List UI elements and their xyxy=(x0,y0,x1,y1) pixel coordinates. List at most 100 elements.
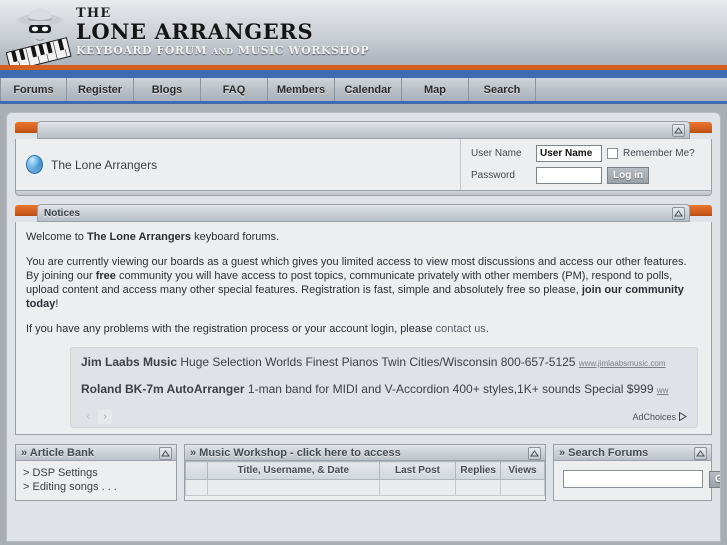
notice-p3-a: If you have any problems with the regist… xyxy=(26,323,436,335)
log-in-button[interactable]: Log in xyxy=(607,167,649,184)
login-block: The Lone Arrangers User Name Remember Me… xyxy=(15,121,712,196)
collapse-notices-button[interactable] xyxy=(672,207,685,220)
chevron-up-icon xyxy=(530,450,539,457)
page-wrapper: The Lone Arrangers User Name Remember Me… xyxy=(0,104,727,542)
nav-item-search[interactable]: Search xyxy=(469,78,536,101)
logo-tagline-and: AND xyxy=(211,46,234,56)
ad1-text: Huge Selection Worlds Finest Pianos Twin… xyxy=(177,355,579,369)
password-label: Password xyxy=(471,170,515,181)
username-input[interactable] xyxy=(536,145,602,162)
search-input[interactable] xyxy=(563,470,703,488)
nav-item-forums[interactable]: Forums xyxy=(0,78,67,101)
ad1-url[interactable]: www.jimlaabsmusic.com xyxy=(579,359,666,368)
cell-views xyxy=(500,479,545,496)
column-views[interactable]: Views xyxy=(500,461,545,480)
notice-paragraph-welcome: Welcome to The Lone Arrangers keyboard f… xyxy=(26,230,701,244)
logo-name: LONE ARRANGERS xyxy=(76,19,314,44)
site-logo[interactable]: THE LONE ARRANGERS KEYBOARD FORUM AND MU… xyxy=(4,1,369,75)
cell-icon xyxy=(185,479,208,496)
search-forums-title: » Search Forums xyxy=(559,446,649,459)
login-block-header xyxy=(37,121,690,139)
main-navigation: Forums Register Blogs FAQ Members Calend… xyxy=(0,78,727,104)
ad-next-button[interactable]: › xyxy=(98,409,112,424)
adchoices-link[interactable]: AdChoices xyxy=(632,412,687,422)
search-forums-header: » Search Forums xyxy=(553,444,712,461)
music-workshop-body: Title, Username, & Date Last Post Replie… xyxy=(184,461,546,501)
search-go-button[interactable]: Go xyxy=(709,470,720,488)
ad-line-1[interactable]: Jim Laabs Music Huge Selection Worlds Fi… xyxy=(81,355,687,369)
column-replies[interactable]: Replies xyxy=(455,461,501,480)
ad2-text: 1-man band for MIDI and V-Accordion 400+… xyxy=(244,382,657,396)
nav-item-register[interactable]: Register xyxy=(67,78,134,101)
notice-paragraph-contact: If you have any problems with the regist… xyxy=(26,322,701,336)
collapse-article-bank-button[interactable] xyxy=(159,447,172,460)
header-blue-stripe xyxy=(0,70,727,78)
login-username-row: User Name Remember Me? xyxy=(471,145,703,162)
cell-replies xyxy=(455,479,501,496)
search-forums-panel: » Search Forums Go xyxy=(553,444,720,501)
list-item[interactable]: > Editing songs . . . xyxy=(23,480,169,494)
notice-p2-e: ! xyxy=(55,298,59,310)
cell-last-post xyxy=(378,479,457,496)
chevron-up-icon xyxy=(696,450,705,457)
bottom-columns: » Article Bank > DSP Settings > Editing … xyxy=(15,444,720,501)
collapse-login-button[interactable] xyxy=(672,124,685,137)
ad2-url[interactable]: ww xyxy=(657,386,669,395)
notice-p1-pre: Welcome to xyxy=(26,231,87,243)
nav-item-faq[interactable]: FAQ xyxy=(201,78,268,101)
username-label: User Name xyxy=(471,148,522,159)
adchoices-triangle-icon xyxy=(679,412,687,421)
music-workshop-panel: » Music Workshop - click here to access … xyxy=(184,444,546,501)
nav-item-members[interactable]: Members xyxy=(268,78,335,101)
cell-title[interactable] xyxy=(207,479,380,496)
password-input[interactable] xyxy=(536,167,602,184)
content-container: The Lone Arrangers User Name Remember Me… xyxy=(6,112,721,542)
notices-body: Welcome to The Lone Arrangers keyboard f… xyxy=(15,222,712,435)
ad-pager: ‹ › xyxy=(81,409,112,424)
article-bank-header: » Article Bank xyxy=(15,444,177,461)
notice-p2-c: community you will have access to post t… xyxy=(26,270,673,296)
nav-filler xyxy=(536,78,727,101)
remember-me-checkbox[interactable] xyxy=(607,148,618,159)
notices-block: Notices Welcome to The Lone Arrangers ke… xyxy=(15,204,712,435)
nav-item-calendar[interactable]: Calendar xyxy=(335,78,402,101)
nav-item-blogs[interactable]: Blogs xyxy=(134,78,201,101)
adchoices-label: AdChoices xyxy=(632,411,676,422)
contact-us-link[interactable]: contact us xyxy=(436,323,486,335)
table-row[interactable] xyxy=(185,479,545,496)
forum-identity[interactable]: The Lone Arrangers xyxy=(16,139,461,190)
ad-prev-button[interactable]: ‹ xyxy=(81,410,95,424)
notices-title: Notices xyxy=(44,207,81,219)
ad-footer: ‹ › AdChoices xyxy=(81,409,687,424)
logo-wordmark: THE LONE ARRANGERS KEYBOARD FORUM AND MU… xyxy=(76,7,369,58)
forum-title: The Lone Arrangers xyxy=(51,157,158,172)
ad-line-2[interactable]: Roland BK-7m AutoArranger 1-man band for… xyxy=(81,382,687,396)
column-last-post[interactable]: Last Post xyxy=(378,461,457,480)
collapse-music-workshop-button[interactable] xyxy=(528,447,541,460)
music-workshop-header[interactable]: » Music Workshop - click here to access xyxy=(184,444,546,461)
logo-tagline-part1: KEYBOARD FORUM xyxy=(76,44,208,57)
notice-p3-b: . xyxy=(485,323,489,335)
notice-paragraph-guest: You are currently viewing our boards as … xyxy=(26,255,701,311)
chevron-up-icon xyxy=(674,210,683,217)
notices-header: Notices xyxy=(37,204,690,222)
chevron-up-icon xyxy=(674,127,683,134)
search-forums-body: Go xyxy=(553,461,720,501)
search-row: Go xyxy=(561,466,720,492)
login-form: User Name Remember Me? Password Log in xyxy=(461,139,711,190)
ad2-title: Roland BK-7m AutoArranger xyxy=(81,382,245,396)
article-bank-panel: » Article Bank > DSP Settings > Editing … xyxy=(15,444,177,501)
advertisement-box: Jim Laabs Music Huge Selection Worlds Fi… xyxy=(70,347,698,428)
logo-tagline-part2: MUSIC WORKSHOP xyxy=(237,44,370,57)
notice-p1-post: keyboard forums. xyxy=(191,231,280,243)
forum-ball-icon xyxy=(26,155,43,174)
nav-item-map[interactable]: Map xyxy=(402,78,469,101)
login-password-row: Password Log in xyxy=(471,167,703,184)
notice-p2-free: free xyxy=(95,270,116,282)
music-workshop-title: » Music Workshop - click here to access xyxy=(190,446,401,459)
site-header: THE LONE ARRANGERS KEYBOARD FORUM AND MU… xyxy=(0,0,727,78)
list-item[interactable]: > DSP Settings xyxy=(23,466,169,480)
column-title[interactable]: Title, Username, & Date xyxy=(207,461,380,480)
article-bank-body: > DSP Settings > Editing songs . . . xyxy=(15,461,177,501)
collapse-search-forums-button[interactable] xyxy=(694,447,707,460)
